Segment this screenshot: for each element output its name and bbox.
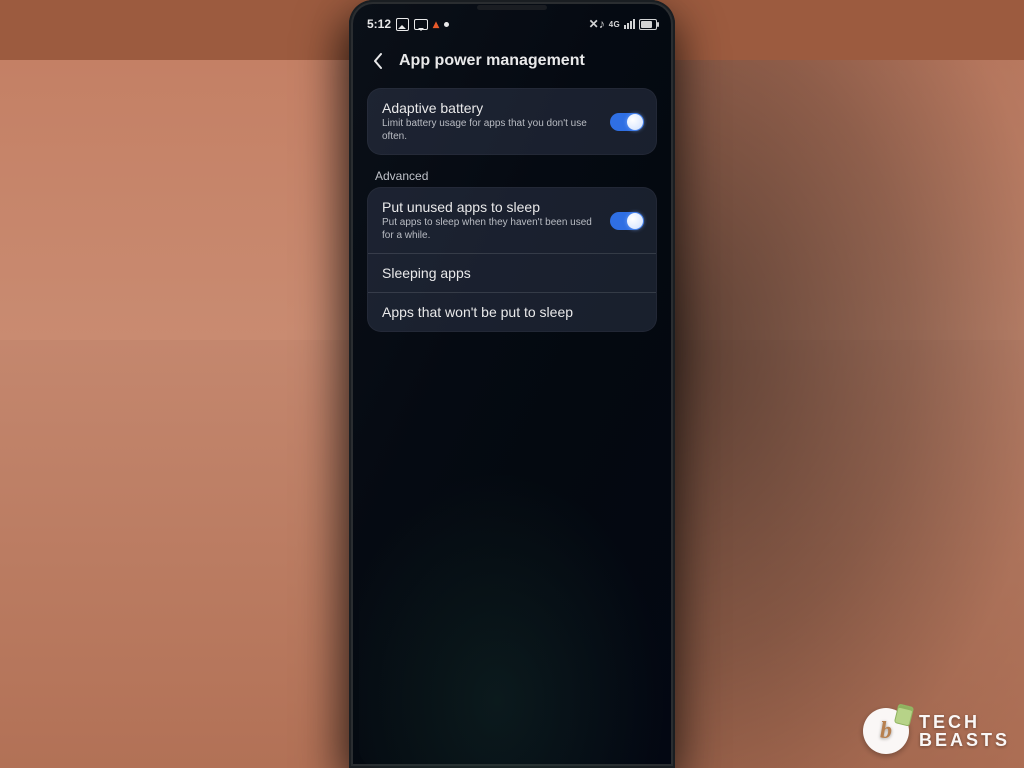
row-text: Adaptive battery Limit battery usage for… — [382, 100, 610, 143]
status-time: 5:12 — [367, 17, 391, 31]
row-text: Put unused apps to sleep Put apps to sle… — [382, 199, 610, 242]
row-text: Apps that won't be put to sleep — [382, 304, 581, 320]
watermark-logo: b — [863, 708, 909, 754]
sleeping-apps-title: Sleeping apps — [382, 265, 471, 281]
picture-icon — [396, 18, 409, 31]
photo-background: 5:12 ▴ ✕♪ 4G — [0, 0, 1024, 768]
notification-dot-icon — [444, 22, 449, 27]
page-header: App power management — [357, 36, 667, 84]
message-icon — [414, 19, 428, 30]
battery-icon — [639, 19, 657, 30]
phone-frame: 5:12 ▴ ✕♪ 4G — [349, 0, 675, 768]
photo-shadow — [660, 60, 1024, 768]
put-unused-sleep-toggle[interactable] — [610, 212, 644, 230]
row-put-unused-apps-to-sleep[interactable]: Put unused apps to sleep Put apps to sle… — [368, 188, 656, 253]
mute-icon: ✕♪ — [589, 17, 605, 31]
watermark-line2: BEASTS — [919, 731, 1010, 749]
row-text: Sleeping apps — [382, 265, 479, 281]
adaptive-battery-subtitle: Limit battery usage for apps that you do… — [382, 118, 602, 143]
adaptive-battery-toggle[interactable] — [610, 113, 644, 131]
watermark-line1: TECH — [919, 713, 1010, 731]
watermark: b TECH BEASTS — [863, 708, 1010, 754]
signal-icon — [624, 19, 635, 29]
page-title: App power management — [399, 52, 585, 70]
status-left: 5:12 ▴ — [367, 17, 449, 31]
chevron-left-icon — [372, 52, 384, 70]
put-unused-sleep-title: Put unused apps to sleep — [382, 199, 602, 215]
status-right: ✕♪ 4G — [589, 17, 657, 31]
card-adaptive-battery: Adaptive battery Limit battery usage for… — [367, 88, 657, 155]
network-4g-label: 4G — [609, 21, 620, 28]
row-adaptive-battery[interactable]: Adaptive battery Limit battery usage for… — [368, 89, 656, 154]
adaptive-battery-title: Adaptive battery — [382, 100, 602, 116]
flame-icon: ▴ — [433, 18, 439, 30]
status-bar: 5:12 ▴ ✕♪ 4G — [357, 8, 667, 36]
watermark-logo-letter: b — [880, 718, 892, 745]
section-label-advanced: Advanced — [375, 169, 657, 183]
row-apps-never-sleep[interactable]: Apps that won't be put to sleep — [368, 292, 656, 331]
apps-never-sleep-title: Apps that won't be put to sleep — [382, 304, 573, 320]
phone-screen: 5:12 ▴ ✕♪ 4G — [357, 8, 667, 768]
put-unused-sleep-subtitle: Put apps to sleep when they haven't been… — [382, 217, 602, 242]
card-advanced: Put unused apps to sleep Put apps to sle… — [367, 187, 657, 332]
row-sleeping-apps[interactable]: Sleeping apps — [368, 253, 656, 292]
back-button[interactable] — [369, 52, 387, 70]
watermark-text: TECH BEASTS — [919, 713, 1010, 749]
